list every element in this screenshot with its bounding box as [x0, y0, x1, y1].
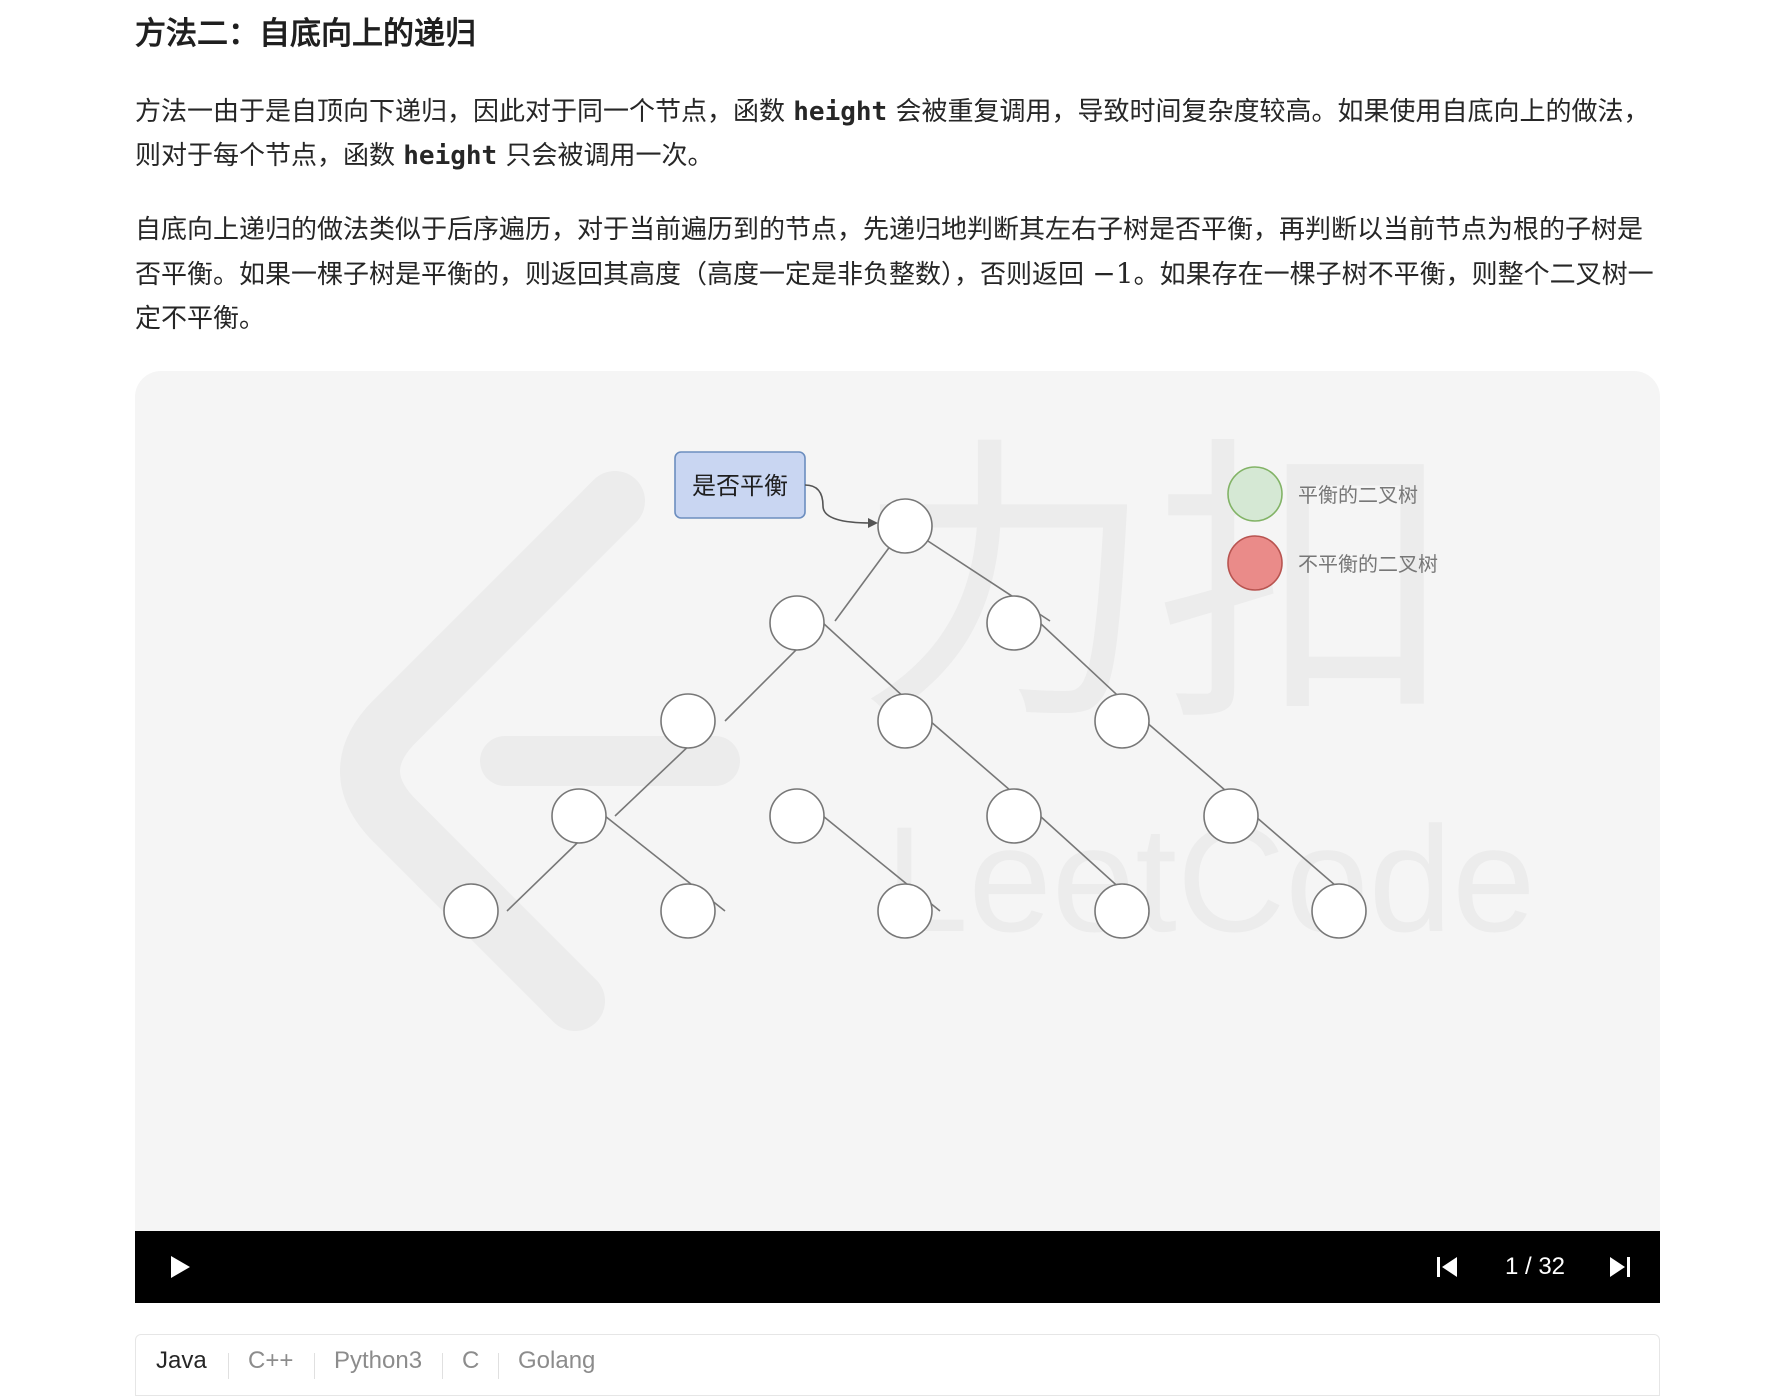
callout-is-balanced: 是否平衡 [674, 451, 878, 528]
watermark-cn: 力扣 [855, 413, 1455, 762]
slide-stage: 力扣 LeetCode 是否平衡 平衡的二叉树 不平衡的二叉树 [135, 371, 1660, 1231]
tree-node [1311, 883, 1367, 939]
player-controls: 1 / 32 [135, 1231, 1660, 1303]
tab-separator [228, 1353, 229, 1379]
paragraph-2: 自底向上递归的做法类似于后序遍历，对于当前遍历到的节点，先递归地判断其左右子树是… [135, 208, 1660, 341]
tree-node-root [877, 498, 933, 554]
inline-code-height: height [403, 141, 498, 171]
tab-separator [442, 1353, 443, 1379]
tab-separator [498, 1353, 499, 1379]
previous-frame-button[interactable] [1432, 1251, 1464, 1283]
tree-node [769, 788, 825, 844]
tree-node [660, 693, 716, 749]
play-icon [171, 1256, 190, 1278]
math-minus-one: −1 [1092, 257, 1134, 290]
legend-swatch-balanced [1227, 466, 1283, 522]
slideshow-player: 力扣 LeetCode 是否平衡 平衡的二叉树 不平衡的二叉树 1 / 32 [135, 371, 1660, 1303]
paragraph-1-text-a: 方法一由于是自顶向下递归，因此对于同一个节点，函数 [135, 97, 794, 127]
skip-next-icon [1610, 1257, 1630, 1277]
tab-separator [314, 1353, 315, 1379]
code-language-tabs: Java C++ Python3 C Golang [135, 1334, 1660, 1396]
tree-node [1094, 883, 1150, 939]
legend-label-unbalanced: 不平衡的二叉树 [1298, 552, 1438, 576]
tree-node [769, 595, 825, 651]
callout-label: 是否平衡 [692, 472, 788, 500]
inline-code-height: height [793, 97, 888, 127]
tab-c[interactable]: C [462, 1347, 479, 1375]
tree-node [877, 883, 933, 939]
tree-node [551, 788, 607, 844]
next-frame-button[interactable] [1603, 1251, 1635, 1283]
tree-node [443, 883, 499, 939]
frame-counter: 1 / 32 [1504, 1253, 1566, 1280]
tab-java[interactable]: Java [156, 1347, 207, 1375]
legend-label-balanced: 平衡的二叉树 [1298, 483, 1418, 507]
tab-cpp[interactable]: C++ [248, 1347, 293, 1375]
tab-golang[interactable]: Golang [518, 1347, 595, 1375]
play-button[interactable] [163, 1251, 195, 1283]
tree-node [1203, 788, 1259, 844]
tree-node [877, 693, 933, 749]
tree-node [660, 883, 716, 939]
tree-node [1094, 693, 1150, 749]
legend-swatch-unbalanced [1227, 535, 1283, 591]
paragraph-1-text-c: 只会被调用一次。 [497, 141, 714, 171]
section-title: 方法二：自底向上的递归 [135, 16, 476, 52]
paragraph-1: 方法一由于是自顶向下递归，因此对于同一个节点，函数 height 会被重复调用，… [135, 90, 1660, 178]
tree-node [986, 595, 1042, 651]
tree-node [986, 788, 1042, 844]
tree-diagram: 力扣 LeetCode 是否平衡 平衡的二叉树 不平衡的二叉树 [340, 413, 1536, 1031]
tab-python3[interactable]: Python3 [334, 1347, 422, 1375]
skip-previous-icon [1437, 1257, 1457, 1277]
